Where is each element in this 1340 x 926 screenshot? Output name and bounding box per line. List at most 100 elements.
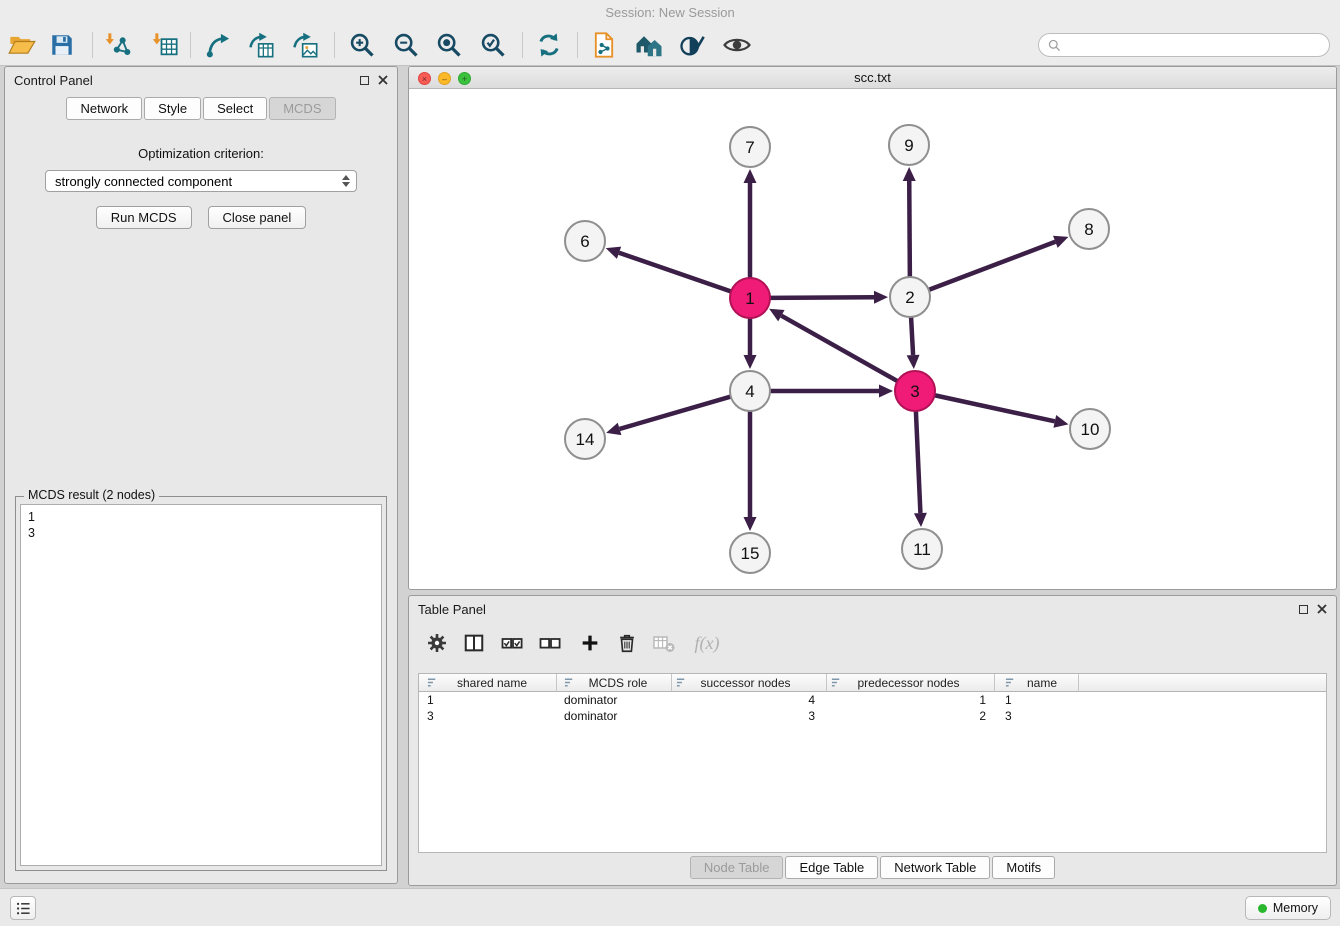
network-edge[interactable]: [929, 242, 1056, 290]
network-window-titlebar: × – + scc.txt: [409, 67, 1336, 89]
apply-layout-button[interactable]: [532, 28, 566, 62]
function-builder-button[interactable]: f(x): [687, 628, 727, 658]
select-all-button[interactable]: [497, 628, 527, 658]
cell-shared-name[interactable]: 1: [419, 693, 557, 707]
open-file-button[interactable]: [5, 28, 39, 62]
network-node-label: 1: [745, 289, 754, 308]
column-header-name[interactable]: name: [995, 674, 1079, 692]
save-icon: [49, 32, 75, 58]
network-edge[interactable]: [770, 297, 874, 298]
save-session-button[interactable]: [45, 28, 79, 62]
close-panel-icon[interactable]: [1317, 604, 1327, 614]
network-node-label: 9: [904, 136, 913, 155]
cell-name[interactable]: 3: [995, 709, 1079, 723]
show-hide-button[interactable]: [720, 28, 754, 62]
zoom-in-button[interactable]: [345, 28, 379, 62]
network-edge-arrow: [744, 169, 757, 183]
import-network-button[interactable]: [101, 28, 135, 62]
network-edge[interactable]: [916, 411, 921, 513]
toolbar-separator: [522, 32, 523, 58]
mcds-result-list: 1 3: [20, 504, 382, 866]
network-edge[interactable]: [911, 317, 913, 355]
network-edge[interactable]: [620, 397, 731, 429]
optimization-criterion-select[interactable]: strongly connected component: [45, 170, 357, 192]
selected-option: strongly connected component: [55, 174, 232, 189]
tab-motifs[interactable]: Motifs: [992, 856, 1055, 879]
create-column-button[interactable]: [575, 628, 605, 658]
table-row[interactable]: 3 dominator 3 2 3: [419, 708, 1326, 724]
tab-edge-table[interactable]: Edge Table: [785, 856, 878, 879]
zoom-out-button[interactable]: [389, 28, 423, 62]
cell-mcds-role[interactable]: dominator: [557, 709, 672, 723]
table-settings-button[interactable]: [422, 628, 452, 658]
network-node[interactable]: 8: [1069, 209, 1109, 249]
network-node[interactable]: 7: [730, 127, 770, 167]
delete-column-button[interactable]: [612, 628, 642, 658]
cell-shared-name[interactable]: 3: [419, 709, 557, 723]
cell-successor-nodes[interactable]: 3: [672, 709, 827, 723]
column-header-filler: [1079, 674, 1326, 692]
column-header-successor-nodes[interactable]: successor nodes: [672, 674, 827, 692]
export-network-button[interactable]: [201, 28, 235, 62]
tab-network-table[interactable]: Network Table: [880, 856, 990, 879]
table-row[interactable]: 1 dominator 4 1 1: [419, 692, 1326, 708]
columns-icon: [463, 632, 485, 654]
close-panel-icon[interactable]: [378, 75, 388, 85]
zoom-selected-button[interactable]: [476, 28, 510, 62]
tab-select[interactable]: Select: [203, 97, 267, 120]
cell-successor-nodes[interactable]: 4: [672, 693, 827, 707]
export-network-icon: [204, 31, 232, 59]
network-node[interactable]: 9: [889, 125, 929, 165]
cell-name[interactable]: 1: [995, 693, 1079, 707]
network-view-window: × – + scc.txt 7 9 6 8 1 2 4 3 14 10 15 11: [408, 66, 1337, 590]
tab-mcds[interactable]: MCDS: [269, 97, 335, 120]
network-node[interactable]: 10: [1070, 409, 1110, 449]
show-columns-button[interactable]: [459, 628, 489, 658]
zoom-out-icon: [392, 31, 420, 59]
float-panel-icon[interactable]: [360, 76, 369, 85]
export-table-button[interactable]: [244, 28, 278, 62]
network-edge[interactable]: [909, 181, 910, 277]
network-edge[interactable]: [619, 253, 731, 292]
application-window: Session: New Session: [0, 0, 1340, 926]
network-node[interactable]: 14: [565, 419, 605, 459]
network-node[interactable]: 15: [730, 533, 770, 573]
search-input[interactable]: [1065, 38, 1321, 53]
network-node[interactable]: 1: [730, 278, 770, 318]
memory-button[interactable]: Memory: [1245, 896, 1331, 920]
float-panel-icon[interactable]: [1299, 605, 1308, 614]
cell-predecessor-nodes[interactable]: 1: [827, 693, 995, 707]
column-header-predecessor-nodes[interactable]: predecessor nodes: [827, 674, 995, 692]
window-title: Session: New Session: [605, 5, 734, 20]
export-image-button[interactable]: [288, 28, 322, 62]
network-edge[interactable]: [935, 395, 1055, 421]
task-history-button[interactable]: [10, 896, 36, 920]
network-edge-arrow: [1053, 236, 1068, 248]
tab-style[interactable]: Style: [144, 97, 201, 120]
network-node[interactable]: 6: [565, 221, 605, 261]
tab-network[interactable]: Network: [66, 97, 142, 120]
mcds-result-line: 1: [28, 509, 374, 525]
close-panel-button[interactable]: Close panel: [208, 206, 307, 229]
new-network-file-button[interactable]: [587, 28, 621, 62]
folder-open-icon: [8, 31, 36, 59]
first-neighbors-button[interactable]: [632, 28, 666, 62]
run-mcds-button[interactable]: Run MCDS: [96, 206, 192, 229]
cell-mcds-role[interactable]: dominator: [557, 693, 672, 707]
zoom-fit-button[interactable]: [432, 28, 466, 62]
network-node[interactable]: 2: [890, 277, 930, 317]
tab-node-table[interactable]: Node Table: [690, 856, 784, 879]
network-canvas[interactable]: 7 9 6 8 1 2 4 3 14 10 15 11: [409, 89, 1336, 589]
graphics-details-button[interactable]: [675, 28, 709, 62]
network-edge[interactable]: [781, 316, 897, 382]
network-node[interactable]: 3: [895, 371, 935, 411]
column-header-shared-name[interactable]: shared name: [419, 674, 557, 692]
export-image-icon: [291, 31, 319, 59]
network-node[interactable]: 11: [902, 529, 942, 569]
network-node[interactable]: 4: [730, 371, 770, 411]
deselect-all-button[interactable]: [535, 628, 565, 658]
import-table-button[interactable]: [148, 28, 182, 62]
column-header-mcds-role[interactable]: MCDS role: [557, 674, 672, 692]
cell-predecessor-nodes[interactable]: 2: [827, 709, 995, 723]
delete-table-button[interactable]: [649, 628, 679, 658]
